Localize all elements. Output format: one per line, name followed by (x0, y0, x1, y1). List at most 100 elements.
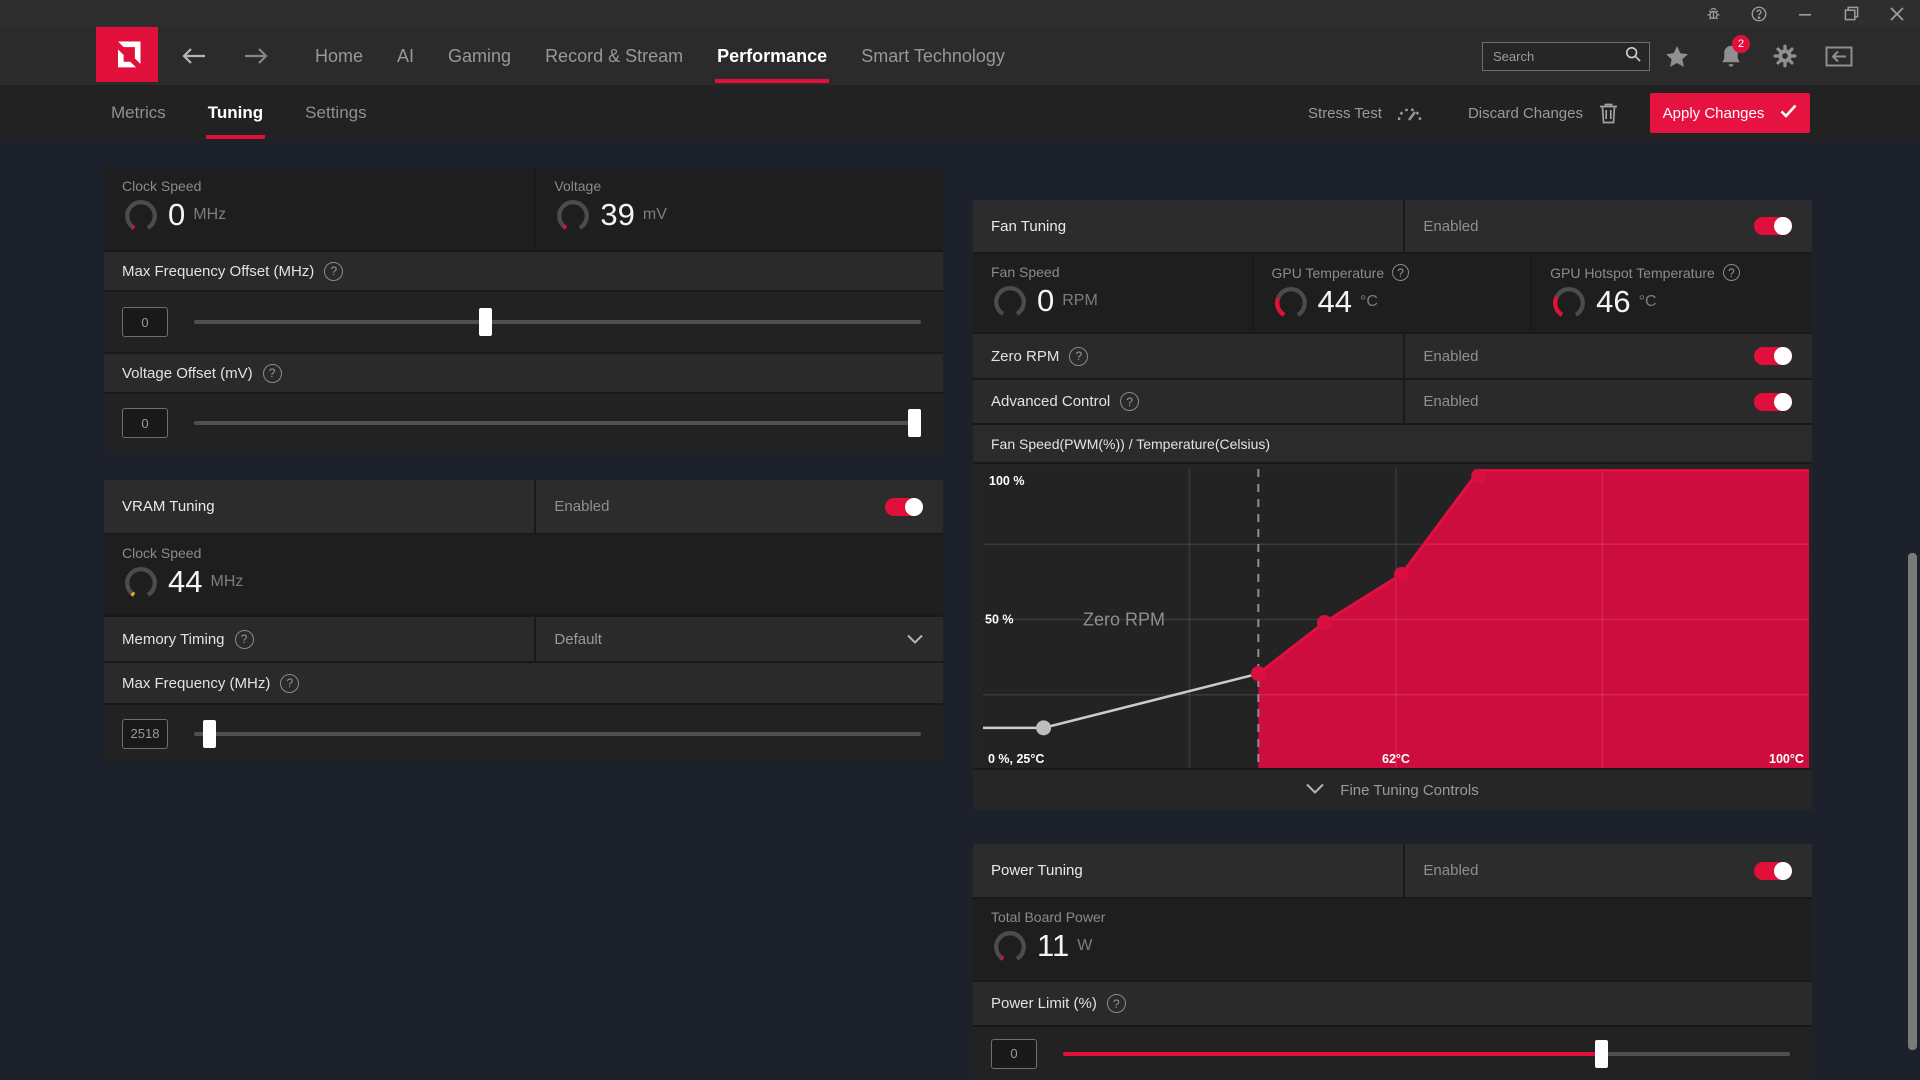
tab-tuning[interactable]: Tuning (187, 85, 284, 141)
fan-curve-plot[interactable]: 100 %50 %0 %, 25°C62°C100°CZero RPM (983, 469, 1809, 770)
svg-text:0 %, 25°C: 0 %, 25°C (988, 752, 1044, 766)
vram-tuning-title: VRAM Tuning (122, 498, 215, 515)
voltage-gauge: Voltage 39 mV (536, 168, 666, 250)
chevron-down-icon (1306, 781, 1324, 799)
fan-speed-gauge: Fan Speed 0 RPM (973, 254, 1252, 332)
minimize-icon[interactable] (1782, 0, 1828, 27)
max-frequency-header: Max Frequency (MHz) ? (104, 661, 943, 703)
gpu-temperature-gauge: GPU Temperature ? 44 °C (1252, 254, 1531, 332)
nav-item-home[interactable]: Home (298, 27, 380, 85)
memory-timing-dropdown[interactable]: Default (534, 617, 943, 661)
nav-item-performance[interactable]: Performance (700, 27, 844, 85)
slider-thumb[interactable] (1595, 1040, 1608, 1068)
power-limit-input[interactable]: 0 (991, 1039, 1037, 1069)
apply-changes-button[interactable]: Apply Changes (1650, 93, 1810, 133)
stress-test-gauge-icon[interactable] (1396, 104, 1422, 123)
max-frequency-offset-slider[interactable] (194, 307, 921, 337)
tab-metrics[interactable]: Metrics (90, 85, 187, 141)
memory-timing-label: Memory Timing (122, 631, 225, 648)
voltage-offset-input[interactable]: 0 (122, 408, 168, 438)
max-frequency-input[interactable]: 2518 (122, 719, 168, 749)
fan-tuning-title: Fan Tuning (991, 218, 1066, 235)
active-tab-underline (715, 79, 829, 83)
nav-item-smart-technology[interactable]: Smart Technology (844, 27, 1022, 85)
power-limit-header: Power Limit (%) ? (973, 980, 1812, 1025)
help-icon[interactable]: ? (1069, 347, 1088, 366)
vram-tuning-toggle[interactable] (885, 498, 923, 516)
nav-item-record-stream[interactable]: Record & Stream (528, 27, 700, 85)
gauge-arc-icon (554, 196, 592, 234)
help-icon[interactable]: ? (235, 630, 254, 649)
fan-chart-title: Fan Speed(PWM(%)) / Temperature(Celsius) (973, 423, 1812, 462)
svg-text:50 %: 50 % (985, 613, 1014, 627)
notifications-bell-icon[interactable]: 2 (1704, 27, 1758, 85)
voltage-offset-header: Voltage Offset (mV) ? (104, 352, 943, 392)
svg-text:Zero RPM: Zero RPM (1083, 610, 1165, 630)
discard-changes-button[interactable]: Discard Changes (1468, 105, 1583, 122)
back-arrow-icon[interactable] (176, 38, 212, 74)
window-titlebar (0, 0, 1920, 27)
search-placeholder: Search (1493, 49, 1625, 64)
help-icon[interactable]: ? (1120, 392, 1139, 411)
gpu-hotspot-temperature-gauge: GPU Hotspot Temperature ? 46 °C (1530, 254, 1809, 332)
overlay-panel-icon[interactable] (1812, 27, 1866, 85)
advanced-control-label: Advanced Control (991, 393, 1110, 410)
main-nav: Home AI Gaming Record & Stream Performan… (0, 27, 1920, 85)
fan-tuning-panel: Fan Tuning Enabled Fan Speed 0 RPM GPU T… (973, 200, 1812, 810)
help-icon[interactable]: ? (324, 262, 343, 281)
help-icon[interactable]: ? (1723, 264, 1740, 281)
zero-rpm-toggle[interactable] (1754, 347, 1792, 365)
vram-tuning-panel: VRAM Tuning Enabled Clock Speed 44 MHz M… (104, 480, 943, 762)
stress-test-button[interactable]: Stress Test (1308, 105, 1382, 122)
advanced-control-toggle[interactable] (1754, 393, 1792, 411)
help-icon[interactable] (1736, 0, 1782, 27)
amd-logo[interactable] (96, 27, 158, 82)
gauge-arc-icon (991, 927, 1029, 965)
clock-speed-gauge: Clock Speed 0 MHz (104, 168, 226, 250)
close-icon[interactable] (1874, 0, 1920, 27)
chevron-down-icon (907, 634, 923, 644)
max-frequency-slider[interactable] (194, 719, 921, 749)
search-icon (1625, 46, 1641, 67)
fan-tuning-toggle[interactable] (1754, 217, 1792, 235)
check-icon (1780, 104, 1797, 122)
nav-item-ai[interactable]: AI (380, 27, 431, 85)
power-tuning-toggle[interactable] (1754, 862, 1792, 880)
notification-badge: 2 (1732, 35, 1750, 53)
power-tuning-panel: Power Tuning Enabled Total Board Power 1… (973, 844, 1812, 1080)
help-icon[interactable]: ? (1392, 264, 1409, 281)
active-tab-underline (206, 135, 265, 139)
nav-item-gaming[interactable]: Gaming (431, 27, 528, 85)
power-tuning-title: Power Tuning (991, 862, 1083, 879)
gauge-arc-icon (991, 282, 1029, 320)
max-frequency-offset-input[interactable]: 0 (122, 307, 168, 337)
svg-text:100 %: 100 % (989, 474, 1024, 488)
trash-icon[interactable] (1599, 102, 1618, 124)
gauge-arc-icon (122, 563, 160, 601)
help-icon[interactable]: ? (1107, 994, 1126, 1013)
search-input[interactable]: Search (1482, 42, 1650, 71)
restore-icon[interactable] (1828, 0, 1874, 27)
tuning-content: Clock Speed 0 MHz Voltage 39 mV Max Freq… (0, 141, 1920, 1080)
power-limit-slider[interactable] (1063, 1039, 1790, 1069)
slider-thumb[interactable] (479, 308, 492, 336)
zero-rpm-label: Zero RPM (991, 348, 1059, 365)
voltage-offset-slider[interactable] (194, 408, 921, 438)
svg-text:62°C: 62°C (1382, 752, 1410, 766)
gauge-arc-icon (1550, 283, 1588, 321)
max-frequency-offset-header: Max Frequency Offset (MHz) ? (104, 250, 943, 290)
favorites-star-icon[interactable] (1650, 27, 1704, 85)
help-icon[interactable]: ? (263, 364, 282, 383)
forward-arrow-icon[interactable] (238, 38, 274, 74)
fan-curve-chart[interactable]: 100 %50 %0 %, 25°C62°C100°CZero RPM (973, 462, 1812, 768)
tab-settings[interactable]: Settings (284, 85, 387, 141)
fine-tuning-controls-expander[interactable]: Fine Tuning Controls (973, 768, 1812, 810)
debug-icon[interactable] (1690, 0, 1736, 27)
slider-thumb[interactable] (908, 409, 921, 437)
slider-thumb[interactable] (203, 720, 216, 748)
help-icon[interactable]: ? (280, 674, 299, 693)
performance-subnav: Metrics Tuning Settings Stress Test Disc… (0, 85, 1920, 141)
settings-gear-icon[interactable] (1758, 27, 1812, 85)
gpu-tuning-panel: Clock Speed 0 MHz Voltage 39 mV Max Freq… (104, 168, 943, 452)
vertical-scrollbar[interactable] (1908, 553, 1917, 1050)
